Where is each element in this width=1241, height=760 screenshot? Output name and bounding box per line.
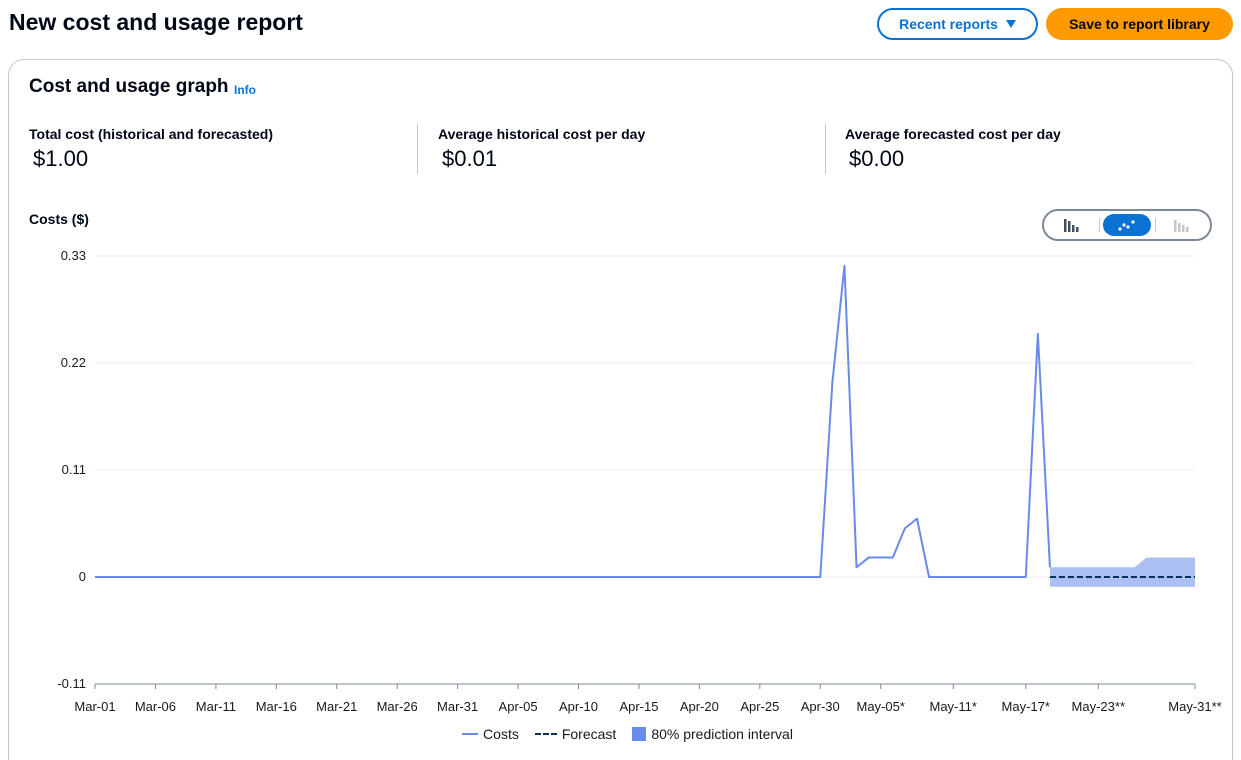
y-tick-label: 0.11 (62, 462, 86, 477)
legend-label: Costs (483, 726, 519, 742)
x-tick-label: Apr-15 (619, 699, 658, 714)
x-tick-label: May-11* (930, 699, 977, 714)
x-tick-label: Mar-06 (135, 699, 176, 714)
y-tick-label: 0.22 (61, 355, 86, 370)
x-tick-label: Apr-25 (740, 699, 779, 714)
x-tick-label: Mar-16 (256, 699, 297, 714)
legend-item-forecast[interactable]: Forecast (534, 726, 617, 742)
x-tick-label: May-17* (1002, 699, 1050, 714)
x-tick-label: Mar-21 (316, 699, 357, 714)
y-tick-label: -0.11 (57, 676, 86, 691)
legend-item-costs[interactable]: Costs (462, 726, 519, 742)
x-tick-label: Mar-11 (196, 699, 236, 714)
y-tick-label: 0 (79, 569, 86, 584)
legend-label: Forecast (561, 726, 617, 742)
prediction-interval-area (1049, 557, 1195, 587)
x-tick-label: Apr-20 (680, 699, 719, 714)
legend-label: 80% prediction interval (651, 726, 793, 742)
legend-swatch-line (462, 733, 479, 735)
x-tick-label: May-05* (857, 699, 905, 714)
legend-swatch-dashed (534, 733, 557, 735)
legend-swatch-area (632, 727, 647, 741)
x-tick-label: Mar-31 (437, 699, 478, 714)
x-tick-label: Apr-05 (499, 699, 538, 714)
x-tick-label: Apr-30 (801, 699, 840, 714)
cost-usage-chart: 0.33 0.22 0.11 0 -0.11 Mar-01 Mar-06 Mar-11 Mar-… (57, 248, 1221, 714)
x-tick-label: May-31** (1168, 699, 1221, 714)
chart-legend: Costs Forecast 80% prediction interval (0, 726, 1241, 742)
costs-series-line (95, 264, 1051, 578)
x-tick-label: Mar-26 (377, 699, 418, 714)
x-tick-label: May-23** (1072, 699, 1125, 714)
x-tick-label: Mar-01 (74, 699, 115, 714)
legend-item-prediction-interval[interactable]: 80% prediction interval (632, 726, 793, 742)
x-tick-label: Apr-10 (559, 699, 598, 714)
y-tick-label: 0.33 (61, 248, 86, 263)
